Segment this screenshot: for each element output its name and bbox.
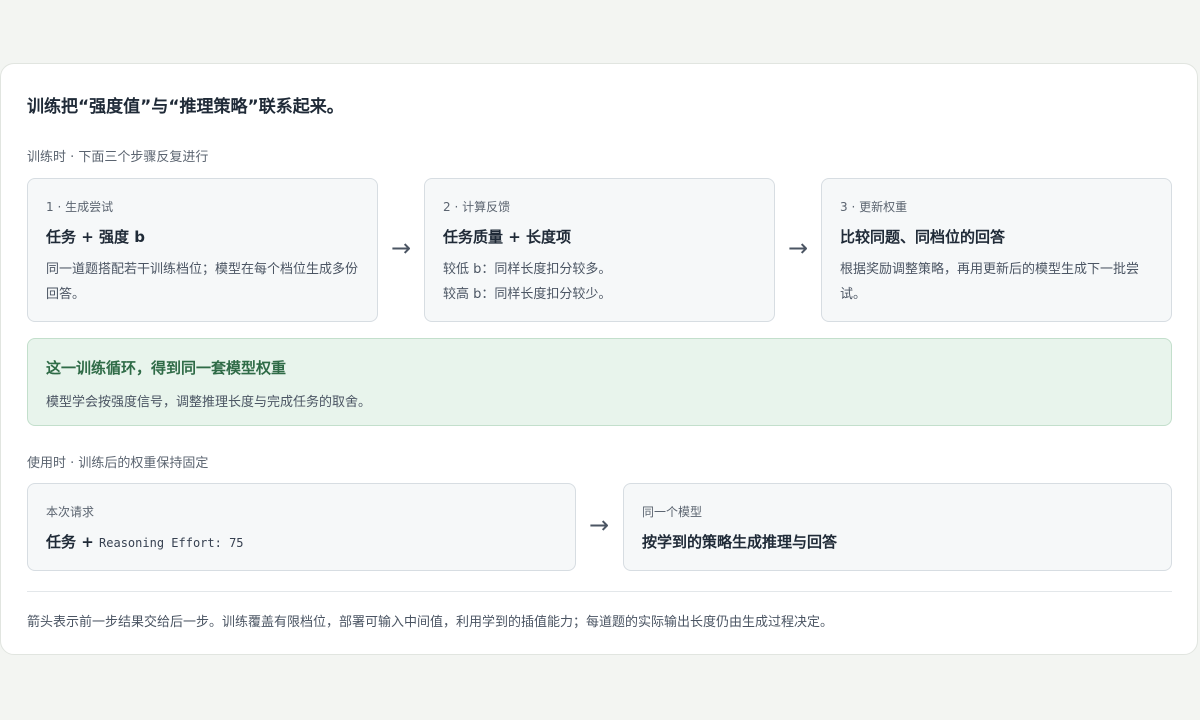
arrow-right-icon: → bbox=[390, 234, 412, 262]
step-body: 同一道题搭配若干训练档位；模型在每个档位生成多份 回答。 bbox=[46, 257, 359, 307]
step-body-line: 较低 b：同样长度扣分较多。 bbox=[443, 262, 612, 277]
step-tag: 1 · 生成尝试 bbox=[46, 200, 114, 214]
arrow-right-icon: → bbox=[787, 234, 809, 262]
step-tag: 2 · 计算反馈 bbox=[443, 200, 511, 214]
training-section-label: 训练时 · 下面三个步骤反复进行 bbox=[27, 150, 209, 165]
request-effort-code: Reasoning Effort: 75 bbox=[99, 536, 244, 550]
diagram-title: 训练把“强度值”与“推理策略”联系起来。 bbox=[27, 97, 344, 117]
page: 训练把“强度值”与“推理策略”联系起来。 训练时 · 下面三个步骤反复进行 1 … bbox=[0, 0, 1200, 720]
loop-body: 模型学会按强度信号，调整推理长度与完成任务的取舍。 bbox=[46, 395, 372, 410]
step-card-generate: 1 · 生成尝试 任务 + 强度 b 同一道题搭配若干训练档位；模型在每个档位生… bbox=[27, 178, 378, 322]
step-body-line: 回答。 bbox=[46, 287, 86, 302]
model-tag: 同一个模型 bbox=[642, 505, 703, 519]
step-body-line: 同一道题搭配若干训练档位；模型在每个档位生成多份 bbox=[46, 262, 359, 277]
request-card: 本次请求 任务 + Reasoning Effort: 75 bbox=[27, 483, 576, 571]
loop-heading: 这一训练循环，得到同一套模型权重 bbox=[46, 359, 287, 377]
request-heading-prefix: 任务 + bbox=[46, 533, 94, 551]
step-card-update: 3 · 更新权重 比较同题、同档位的回答 根据奖励调整策略，再用更新后的模型生成… bbox=[821, 178, 1172, 322]
step-heading: 任务质量 + 长度项 bbox=[443, 228, 572, 246]
training-loop-result: 这一训练循环，得到同一套模型权重 模型学会按强度信号，调整推理长度与完成任务的取… bbox=[27, 338, 1172, 426]
footnote: 箭头表示前一步结果交给后一步。训练覆盖有限档位，部署可输入中间值，利用学到的插值… bbox=[27, 615, 834, 630]
model-card: 同一个模型 按学到的策略生成推理与回答 bbox=[623, 483, 1172, 571]
step-body-line: 较高 b：同样长度扣分较少。 bbox=[443, 287, 612, 302]
step-body-line: 根据奖励调整策略，再用更新后的模型生成下一批尝 bbox=[840, 262, 1140, 277]
step-body: 根据奖励调整策略，再用更新后的模型生成下一批尝 试。 bbox=[840, 257, 1153, 307]
request-tag: 本次请求 bbox=[46, 505, 95, 519]
usage-section-label: 使用时 · 训练后的权重保持固定 bbox=[27, 456, 209, 471]
step-heading: 任务 + 强度 b bbox=[46, 228, 145, 246]
divider bbox=[27, 591, 1172, 592]
model-heading: 按学到的策略生成推理与回答 bbox=[642, 533, 838, 551]
step-heading: 比较同题、同档位的回答 bbox=[840, 228, 1006, 246]
arrow-right-icon: → bbox=[588, 511, 610, 539]
step-body: 较低 b：同样长度扣分较多。 较高 b：同样长度扣分较少。 bbox=[443, 257, 756, 307]
step-tag: 3 · 更新权重 bbox=[840, 200, 908, 214]
step-card-feedback: 2 · 计算反馈 任务质量 + 长度项 较低 b：同样长度扣分较多。 较高 b：… bbox=[424, 178, 775, 322]
step-body-line: 试。 bbox=[840, 287, 867, 302]
request-heading: 任务 + Reasoning Effort: 75 bbox=[46, 531, 244, 552]
